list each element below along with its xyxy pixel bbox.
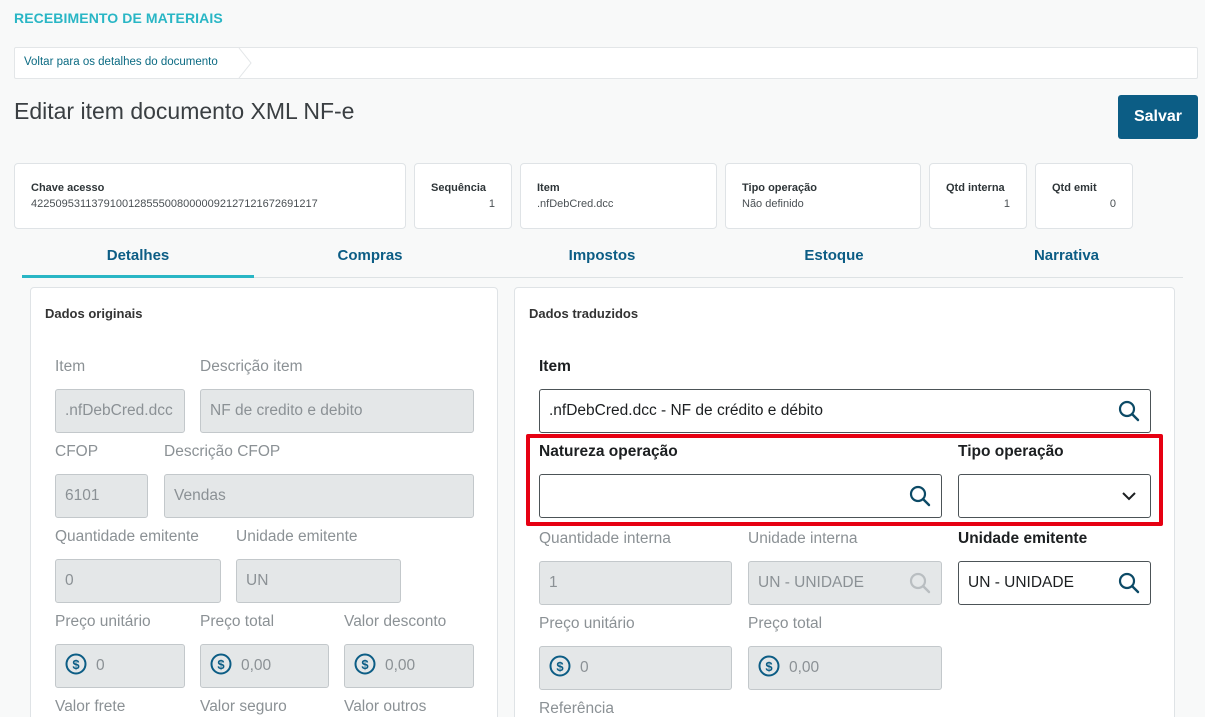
orig-descricao-cfop-field[interactable]: Vendas [164, 474, 474, 518]
panel-title-traduzidos: Dados traduzidos [529, 306, 639, 321]
orig-valor-frete-label: Valor frete [55, 698, 126, 715]
tab-narrativa[interactable]: Narrativa [950, 240, 1183, 278]
tr-unidade-interna-label: Unidade interna [748, 530, 858, 547]
tr-preco-total-value: 0,00 [789, 659, 820, 676]
orig-item-label: Item [55, 358, 86, 375]
tab-estoque[interactable]: Estoque [718, 240, 950, 278]
sequencia-value: 1 [488, 198, 495, 210]
tr-qtd-interna-label: Quantidade interna [539, 530, 671, 547]
orig-descricao-item-field[interactable]: NF de credito e debito [200, 389, 474, 433]
search-icon [909, 572, 931, 594]
tr-qtd-interna-field[interactable]: 1 [539, 561, 732, 605]
svg-text:$: $ [361, 657, 369, 672]
tr-item-field[interactable]: .nfDebCred.dcc - NF de crédito e débito [539, 389, 1151, 433]
tab-bar: Detalhes Compras Impostos Estoque Narrat… [22, 240, 1183, 278]
search-icon[interactable] [1118, 400, 1140, 422]
orig-preco-unitario-label: Preço unitário [55, 613, 151, 630]
orig-descricao-cfop-label: Descrição CFOP [164, 443, 281, 460]
qtd-interna-label: Qtd interna [946, 182, 1005, 194]
orig-valor-desconto-label: Valor desconto [344, 613, 447, 630]
tipo-operacao-value: Não definido [742, 198, 804, 210]
svg-text:$: $ [765, 659, 773, 674]
tr-preco-unitario-field[interactable]: $0 [539, 646, 732, 690]
tab-impostos[interactable]: Impostos [486, 240, 718, 278]
info-card-sequencia: Sequência 1 [414, 163, 512, 229]
qtd-interna-value: 1 [1003, 198, 1010, 210]
currency-icon: $ [354, 653, 376, 675]
breadcrumb-back-link[interactable]: Voltar para os detalhes do documento [24, 56, 218, 68]
chave-value: 4225095311379100128555008000009212712167… [31, 198, 318, 210]
orig-valor-desconto-value: 0,00 [385, 657, 416, 674]
tipo-operacao-label: Tipo operação [742, 182, 817, 194]
orig-cfop-field[interactable]: 6101 [55, 474, 148, 518]
tr-unidade-emitente-label: Unidade emitente [958, 530, 1088, 547]
orig-valor-outros-label: Valor outros [344, 698, 427, 715]
currency-icon: $ [549, 655, 571, 677]
info-card-item: Item .nfDebCred.dcc [520, 163, 717, 229]
breadcrumb-separator-icon [238, 48, 252, 78]
tr-preco-unitario-value: 0 [580, 659, 589, 676]
currency-icon: $ [210, 653, 232, 675]
orig-cfop-label: CFOP [55, 443, 99, 460]
tr-item-value: .nfDebCred.dcc - NF de crédito e débito [549, 402, 823, 419]
svg-text:$: $ [217, 657, 225, 672]
orig-preco-unitario-value: 0 [96, 657, 105, 674]
currency-icon: $ [758, 655, 780, 677]
tr-preco-unitario-label: Preço unitário [539, 615, 635, 632]
chave-label: Chave acesso [31, 182, 105, 194]
info-card-chave: Chave acesso 422509531137910012855500800… [14, 163, 406, 229]
info-card-tipo-operacao: Tipo operação Não definido [725, 163, 921, 229]
qtd-emit-value: 0 [1109, 198, 1116, 210]
orig-preco-total-value: 0,00 [241, 657, 272, 674]
tr-unidade-emitente-field[interactable]: UN - UNIDADE [958, 561, 1151, 605]
highlight-box [526, 434, 1163, 526]
item-value: .nfDebCred.dcc [537, 198, 614, 210]
orig-qtd-emitente-field[interactable]: 0 [55, 559, 221, 603]
qtd-emit-label: Qtd emit [1052, 182, 1097, 194]
tr-preco-total-label: Preço total [748, 615, 823, 632]
breadcrumb: Voltar para os detalhes do documento [14, 47, 1198, 79]
orig-preco-total-field[interactable]: $0,00 [200, 644, 329, 688]
orig-preco-total-label: Preço total [200, 613, 275, 630]
tr-referencia-label: Referência [539, 700, 614, 717]
orig-valor-desconto-field[interactable]: $0,00 [344, 644, 474, 688]
tr-unidade-emitente-value: UN - UNIDADE [968, 574, 1074, 591]
currency-icon: $ [65, 653, 87, 675]
tr-preco-total-field[interactable]: $0,00 [748, 646, 942, 690]
orig-descricao-item-label: Descrição item [200, 358, 303, 375]
orig-unidade-emitente-field[interactable]: UN [236, 559, 401, 603]
info-card-qtd-emit: Qtd emit 0 [1035, 163, 1133, 229]
sequencia-label: Sequência [431, 182, 487, 194]
tr-unidade-interna-field[interactable]: UN - UNIDADE [748, 561, 942, 605]
svg-text:$: $ [556, 659, 564, 674]
orig-item-field[interactable]: .nfDebCred.dcc [55, 389, 185, 433]
svg-text:$: $ [72, 657, 80, 672]
orig-valor-seguro-label: Valor seguro [200, 698, 287, 715]
item-label: Item [537, 182, 560, 194]
tab-detalhes[interactable]: Detalhes [22, 240, 254, 278]
search-icon[interactable] [1118, 572, 1140, 594]
orig-preco-unitario-field[interactable]: $0 [55, 644, 185, 688]
tab-compras[interactable]: Compras [254, 240, 486, 278]
save-button[interactable]: Salvar [1118, 95, 1198, 139]
app-title: RECEBIMENTO DE MATERIAIS [14, 10, 223, 26]
tr-unidade-interna-value: UN - UNIDADE [758, 574, 864, 591]
panel-title-originais: Dados originais [45, 306, 143, 321]
orig-unidade-emitente-label: Unidade emitente [236, 528, 358, 545]
page-title: Editar item documento XML NF-e [14, 98, 355, 124]
info-card-qtd-interna: Qtd interna 1 [929, 163, 1027, 229]
orig-qtd-emitente-label: Quantidade emitente [55, 528, 199, 545]
tr-item-label: Item [539, 358, 571, 375]
panel-dados-originais: Dados originais Item .nfDebCred.dcc Desc… [30, 287, 498, 717]
